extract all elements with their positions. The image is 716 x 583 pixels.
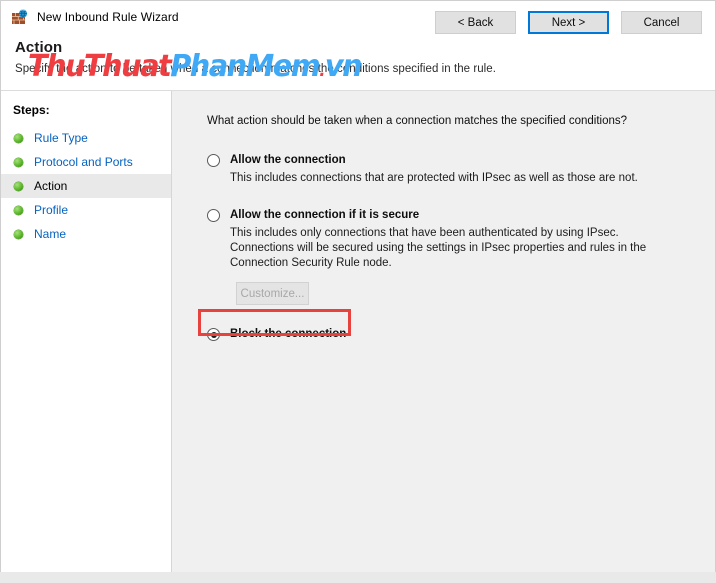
customize-button[interactable]: Customize... [236,282,309,305]
option-title: Allow the connection if it is secure [230,209,420,221]
wizard-dialog: New Inbound Rule Wizard Action Specify t… [0,0,716,572]
page-header: Action Specify the action to be taken wh… [1,32,715,91]
action-question: What action should be taken when a conne… [207,115,628,127]
radio-block-the-connection[interactable] [207,328,220,341]
sidebar-item-action[interactable]: Action [1,174,171,198]
sidebar-item-label: Protocol and Ports [34,155,133,169]
next-button[interactable]: Next > [528,11,609,34]
option-title: Block the connection [230,328,347,340]
firewall-globe-icon [12,8,28,25]
option-header[interactable]: Allow the connection [207,153,715,167]
radio-allow-if-secure[interactable] [207,209,220,222]
step-bullet-icon [14,181,23,191]
sidebar-item-protocol-and-ports[interactable]: Protocol and Ports [1,150,171,174]
step-bullet-icon [14,157,23,167]
sidebar-item-label: Profile [34,203,69,217]
sidebar-item-label: Rule Type [34,131,88,145]
option-title: Allow the connection [230,154,346,166]
steps-heading: Steps: [13,103,50,117]
dialog-body: Steps: Rule Type Protocol and Ports Acti… [1,91,715,572]
step-bullet-icon [14,133,23,143]
window-title: New Inbound Rule Wizard [37,9,179,24]
sidebar-item-rule-type[interactable]: Rule Type [1,126,171,150]
option-allow-the-connection[interactable]: Allow the connection This includes conne… [207,153,715,186]
sidebar-item-label: Name [34,227,67,241]
option-description: This includes connections that are prote… [230,172,638,184]
footer-button-row: < Back Next > Cancel [435,11,702,34]
option-header[interactable]: Block the connection [207,327,715,341]
step-bullet-icon [14,229,23,239]
option-allow-if-secure[interactable]: Allow the connection if it is secure Thi… [207,208,715,305]
cancel-button[interactable]: Cancel [621,11,702,34]
steps-sidebar: Steps: Rule Type Protocol and Ports Acti… [1,91,172,572]
option-header[interactable]: Allow the connection if it is secure [207,208,715,222]
sidebar-item-label: Action [34,179,68,193]
step-bullet-icon [14,205,23,215]
sidebar-item-name[interactable]: Name [1,222,171,246]
page-subtitle: Specify the action to be taken when a co… [15,63,496,75]
radio-allow-the-connection[interactable] [207,154,220,167]
page-title: Action [15,39,63,56]
screen: New Inbound Rule Wizard Action Specify t… [0,0,716,583]
main-content: What action should be taken when a conne… [172,91,715,572]
sidebar-item-profile[interactable]: Profile [1,198,171,222]
back-button[interactable]: < Back [435,11,516,34]
option-block-the-connection[interactable]: Block the connection [207,327,715,341]
option-description: This includes only connections that have… [230,227,647,269]
